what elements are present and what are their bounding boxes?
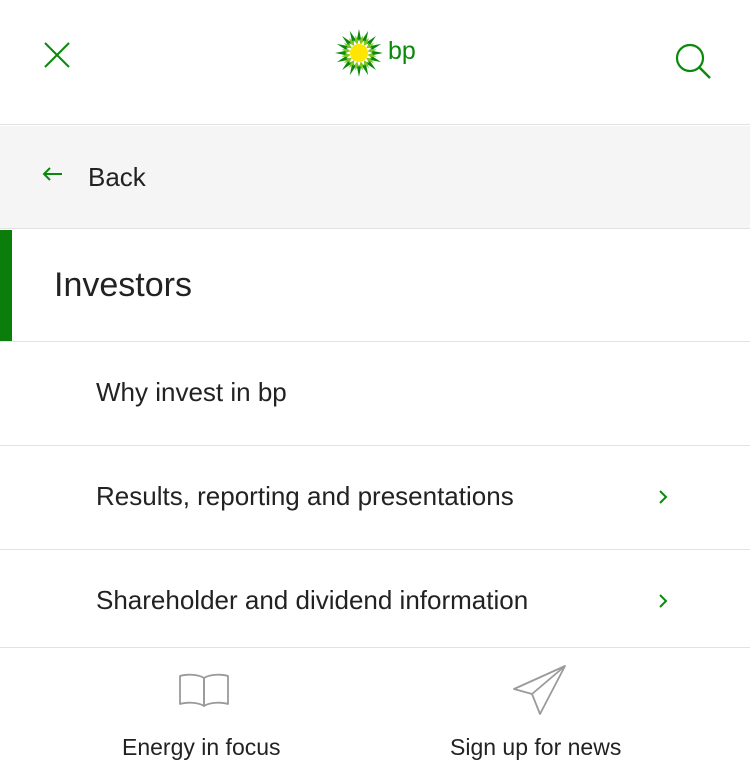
energy-in-focus-link[interactable]: Energy in focus [100, 648, 310, 780]
menu-item-label: Results, reporting and presentations [96, 481, 514, 511]
bp-logo-link[interactable]: bp [334, 28, 416, 78]
open-book-icon [179, 673, 229, 707]
chevron-right-icon [659, 594, 668, 608]
sign-up-news-label: Sign up for news [450, 734, 622, 760]
arrow-left-icon [42, 167, 62, 181]
menu-item-label: Why invest in bp [96, 377, 287, 407]
menu-item-label: Shareholder and dividend information [96, 585, 529, 615]
bottom-bar: Energy in focus Sign up for news [0, 647, 750, 780]
back-label: Back [88, 162, 146, 192]
close-icon [44, 42, 70, 68]
chevron-right-icon [659, 490, 668, 504]
section-title: Investors [54, 266, 192, 304]
active-indicator [0, 230, 12, 341]
energy-in-focus-label: Energy in focus [122, 734, 281, 760]
search-icon [675, 43, 711, 79]
top-header: bp [0, 0, 750, 125]
paper-plane-icon [513, 665, 566, 715]
menu-item-why-invest[interactable]: Why invest in bp [0, 343, 750, 446]
search-button[interactable] [670, 38, 716, 84]
logo-text: bp [388, 36, 416, 65]
menu-item-shareholder-dividend[interactable]: Shareholder and dividend information [0, 551, 750, 647]
back-button[interactable]: Back [0, 126, 750, 229]
menu-item-results-reporting[interactable]: Results, reporting and presentations [0, 447, 750, 550]
sign-up-news-link[interactable]: Sign up for news [440, 648, 650, 780]
section-header: Investors [0, 230, 750, 342]
bp-helios-logo [335, 29, 383, 77]
close-menu-button[interactable] [36, 34, 78, 76]
